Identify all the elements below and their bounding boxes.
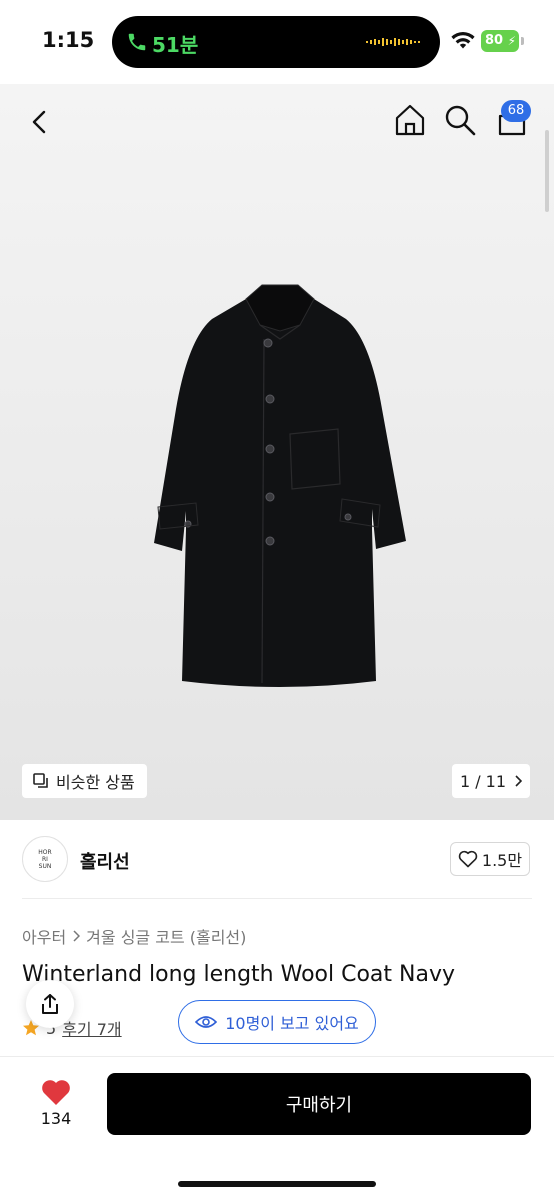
- charging-bolt-icon: ⚡: [507, 34, 516, 48]
- product-title: Winterland long length Wool Coat Navy: [22, 962, 456, 987]
- wish-count: 134: [40, 1109, 72, 1128]
- search-icon[interactable]: [442, 102, 478, 138]
- breadcrumb: 아우터 겨울 싱글 코트 (홀리선): [22, 924, 246, 948]
- chevron-right-icon: [515, 775, 523, 787]
- heart-outline-icon: [458, 850, 478, 868]
- reviews-link[interactable]: 후기 7개: [62, 1016, 121, 1040]
- eye-icon: [195, 1016, 218, 1028]
- brand-name[interactable]: 홀리선: [80, 848, 130, 874]
- live-viewers-pill: 10명이 보고 있어요: [178, 1000, 376, 1044]
- battery-nub: [521, 37, 524, 45]
- live-viewers-label: 10명이 보고 있어요: [225, 1014, 359, 1033]
- similar-products-button[interactable]: 비슷한 상품: [22, 764, 147, 798]
- cart-count-badge: 68: [501, 100, 531, 122]
- brand-like-count: 1.5만: [481, 851, 523, 870]
- dynamic-island-call[interactable]: 51분: [112, 16, 440, 68]
- status-time: 1:15: [42, 28, 95, 52]
- divider: [22, 898, 532, 899]
- battery-level: 80: [485, 33, 504, 48]
- brand-logo[interactable]: HOR RI SUN: [22, 836, 68, 882]
- wifi-icon: [451, 31, 475, 49]
- battery-indicator: 80 ⚡: [481, 30, 519, 52]
- brand-logo-text: HOR RI SUN: [38, 848, 52, 870]
- image-counter-label: 1 / 11: [459, 771, 507, 791]
- buy-button[interactable]: 구매하기: [107, 1073, 531, 1135]
- heart-filled-icon[interactable]: [40, 1077, 72, 1107]
- chevron-left-icon[interactable]: [22, 104, 58, 140]
- share-button[interactable]: [26, 980, 74, 1028]
- chevron-right-icon: [73, 930, 81, 942]
- status-bar: 1:15 51분 80 ⚡: [0, 0, 554, 84]
- share-icon: [42, 994, 58, 1014]
- breadcrumb-item-category[interactable]: 아우터: [22, 924, 66, 948]
- breadcrumb-item-subcategory[interactable]: 겨울 싱글 코트 (홀리선): [86, 924, 246, 948]
- phone-icon: [128, 33, 146, 51]
- home-icon[interactable]: [392, 102, 428, 138]
- product-image-gallery[interactable]: 68 비슷한 상품 1 / 11: [0, 84, 554, 820]
- home-indicator[interactable]: [178, 1181, 376, 1187]
- copy-icon: [33, 773, 48, 788]
- call-duration: 51분: [152, 33, 199, 57]
- image-counter-button[interactable]: 1 / 11: [452, 764, 530, 798]
- scrollbar[interactable]: [545, 130, 549, 212]
- audio-waveform-icon: [366, 38, 420, 46]
- purchase-bar: 134 구매하기: [0, 1056, 554, 1200]
- brand-like-button[interactable]: 1.5만: [450, 842, 530, 876]
- similar-products-label: 비슷한 상품: [56, 773, 135, 792]
- product-image-coat[interactable]: [150, 279, 410, 689]
